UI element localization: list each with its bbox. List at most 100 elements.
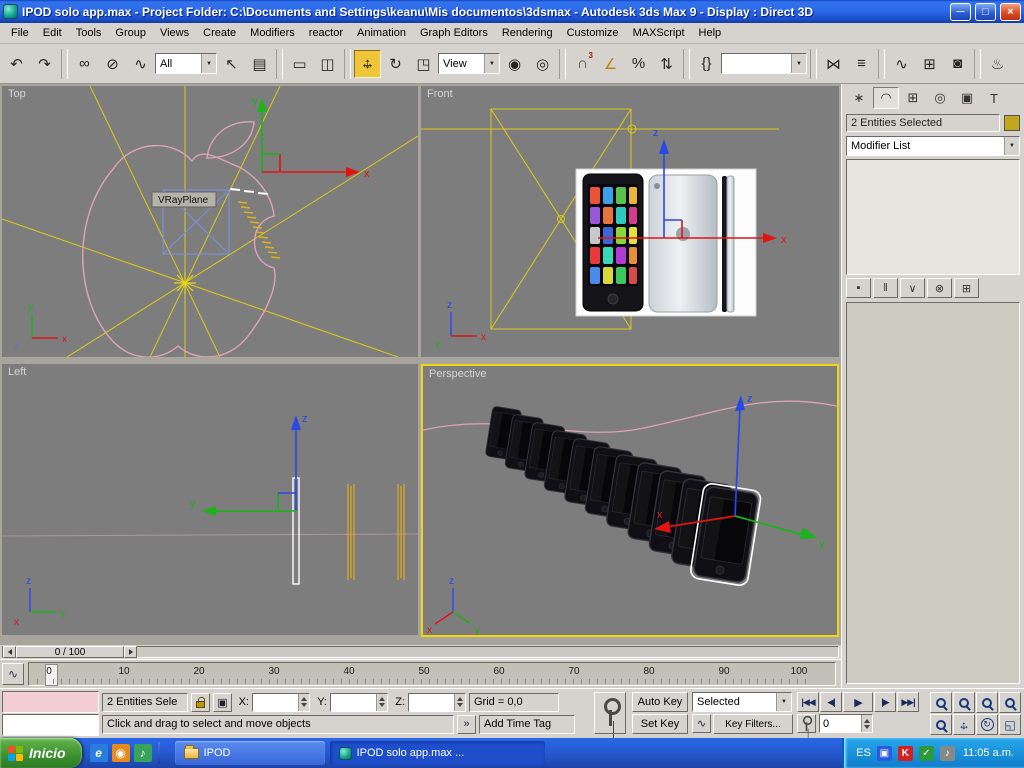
antivirus-tray-icon[interactable]: K: [897, 745, 913, 761]
taskbar-task-ipod-folder[interactable]: IPOD: [174, 741, 325, 765]
snaps-toggle-button[interactable]: ∩ 3: [569, 50, 596, 78]
display-tray-icon[interactable]: ▣: [876, 745, 892, 761]
time-slider-prev-arrow[interactable]: [3, 646, 16, 658]
configure-modifier-sets-button[interactable]: ⊞: [954, 278, 979, 298]
set-keys-button[interactable]: [594, 692, 626, 734]
tab-utilities[interactable]: T: [981, 87, 1007, 109]
menu-item-edit[interactable]: Edit: [36, 24, 69, 42]
named-selection-sets-dropdown[interactable]: ▼: [721, 53, 807, 74]
viewport-perspective-label[interactable]: Perspective: [429, 368, 486, 380]
selection-lock-toggle[interactable]: [191, 692, 210, 712]
select-by-name-button[interactable]: ▤: [246, 50, 273, 78]
tab-hierarchy[interactable]: ⊞: [900, 87, 926, 109]
viewport-perspective[interactable]: Perspective z y x z x y: [421, 364, 839, 637]
menu-item-file[interactable]: File: [4, 24, 36, 42]
select-and-link-button[interactable]: ∞: [71, 50, 98, 78]
viewport-left[interactable]: Left z y z y x: [2, 364, 418, 635]
tab-create[interactable]: ∗: [846, 87, 872, 109]
maximize-viewport-toggle[interactable]: ◱: [999, 714, 1021, 735]
menu-item-animation[interactable]: Animation: [350, 24, 413, 42]
zoom-button[interactable]: [930, 692, 952, 713]
tab-motion[interactable]: ◎: [927, 87, 953, 109]
maxscript-mini-listener[interactable]: [2, 691, 99, 736]
rectangular-selection-region-button[interactable]: ▭: [286, 50, 313, 78]
listener-script-pane[interactable]: [2, 714, 99, 736]
absolute-offset-toggle[interactable]: ▣: [213, 692, 232, 712]
menu-item-help[interactable]: Help: [692, 24, 729, 42]
chevron-down-icon[interactable]: ▼: [776, 693, 791, 711]
reference-image[interactable]: [575, 168, 757, 317]
close-button[interactable]: ×: [1000, 2, 1021, 21]
viewport-left-label[interactable]: Left: [8, 366, 26, 378]
window-crossing-toggle[interactable]: ◫: [314, 50, 341, 78]
ipod-array[interactable]: [484, 405, 762, 586]
listener-macro-pane[interactable]: [2, 691, 99, 713]
ipod-array-side[interactable]: [347, 484, 405, 580]
previous-frame-button[interactable]: ◀|: [820, 692, 842, 712]
chevron-down-icon[interactable]: ▼: [484, 54, 499, 73]
chevron-down-icon[interactable]: ▼: [791, 54, 806, 73]
pin-stack-button[interactable]: ▪: [846, 278, 871, 298]
undo-button[interactable]: ↶: [3, 50, 30, 78]
track-bar[interactable]: ∿ 0 10 20 30 40 50 60 70 80 90 100: [0, 659, 841, 688]
viewport-front[interactable]: Front z x z x y: [421, 86, 839, 357]
add-time-tag[interactable]: Add Time Tag: [479, 714, 575, 734]
menu-item-create[interactable]: Create: [196, 24, 243, 42]
menu-item-group[interactable]: Group: [108, 24, 153, 42]
object-color-swatch[interactable]: [1004, 115, 1020, 131]
select-object-button[interactable]: ↖: [218, 50, 245, 78]
percent-snap-toggle-button[interactable]: %: [625, 50, 652, 78]
select-and-rotate-button[interactable]: ↻: [382, 50, 409, 78]
render-scene-button[interactable]: ♨: [984, 50, 1011, 78]
spinner-snap-toggle-button[interactable]: ⇅: [653, 50, 680, 78]
default-in-out-tangents-button[interactable]: ∿: [692, 714, 711, 733]
taskbar-task-3dsmax[interactable]: IPOD solo app.max ...: [329, 741, 545, 765]
zoom-region-button[interactable]: [930, 714, 952, 735]
time-slider[interactable]: 0 / 100: [0, 645, 841, 659]
select-and-manipulate-button[interactable]: ◎: [529, 50, 556, 78]
spinner-arrows[interactable]: [376, 693, 387, 711]
next-frame-button[interactable]: |▶: [874, 692, 896, 712]
tab-modify[interactable]: ◠: [873, 87, 899, 109]
start-button[interactable]: Inicio: [0, 738, 82, 768]
track-bar-ruler[interactable]: 0 10 20 30 40 50 60 70 80 90 100: [28, 662, 836, 686]
zoom-extents-button[interactable]: [976, 692, 998, 713]
menu-item-modifiers[interactable]: Modifiers: [243, 24, 302, 42]
zoom-extents-all-button[interactable]: [999, 692, 1021, 713]
modifier-stack-list[interactable]: [846, 159, 1020, 275]
chevron-down-icon[interactable]: ▼: [1004, 137, 1019, 155]
viewport-top[interactable]: Top VRayPlane y x y x z: [2, 86, 418, 357]
security-shield-icon[interactable]: ✓: [918, 745, 934, 761]
selection-filter-dropdown[interactable]: All ▼: [155, 53, 217, 74]
unlink-selection-button[interactable]: ⊘: [99, 50, 126, 78]
go-to-end-button[interactable]: ▶▶|: [897, 692, 919, 712]
clock[interactable]: 11:05 a.m.: [963, 747, 1014, 759]
menu-item-views[interactable]: Views: [153, 24, 196, 42]
current-frame-input[interactable]: 0: [819, 714, 873, 733]
reference-coordinate-system-dropdown[interactable]: View ▼: [438, 53, 500, 74]
select-and-scale-button[interactable]: ◳: [410, 50, 437, 78]
x-coordinate-input[interactable]: [252, 692, 310, 712]
viewport-top-label[interactable]: Top: [8, 88, 26, 100]
use-pivot-point-center-button[interactable]: ◉: [501, 50, 528, 78]
key-filters-button[interactable]: Key Filters...: [713, 714, 793, 734]
menu-item-customize[interactable]: Customize: [560, 24, 626, 42]
maximize-button[interactable]: □: [975, 2, 996, 21]
viewport-front-label[interactable]: Front: [427, 88, 453, 100]
angle-snap-toggle-button[interactable]: ∠: [597, 50, 624, 78]
zoom-all-button[interactable]: [953, 692, 975, 713]
media-player-icon[interactable]: ♪: [133, 744, 152, 762]
tab-display[interactable]: ▣: [954, 87, 980, 109]
make-unique-button[interactable]: ∨: [900, 278, 925, 298]
top-viewport-canvas[interactable]: VRayPlane y x y x z: [2, 86, 418, 357]
go-to-start-button[interactable]: |◀◀: [797, 692, 819, 712]
y-coordinate-input[interactable]: [330, 692, 388, 712]
time-slider-handle[interactable]: 0 / 100: [16, 646, 124, 658]
3dsmax-app-icon[interactable]: [3, 4, 18, 19]
spinner-arrows[interactable]: [454, 693, 465, 711]
align-button[interactable]: ≡: [848, 50, 875, 78]
perspective-viewport-canvas[interactable]: z y x z x y: [423, 366, 837, 635]
apple-spline[interactable]: [82, 144, 276, 357]
menu-item-reactor[interactable]: reactor: [302, 24, 350, 42]
mini-curve-editor-button[interactable]: ∿: [2, 663, 24, 685]
